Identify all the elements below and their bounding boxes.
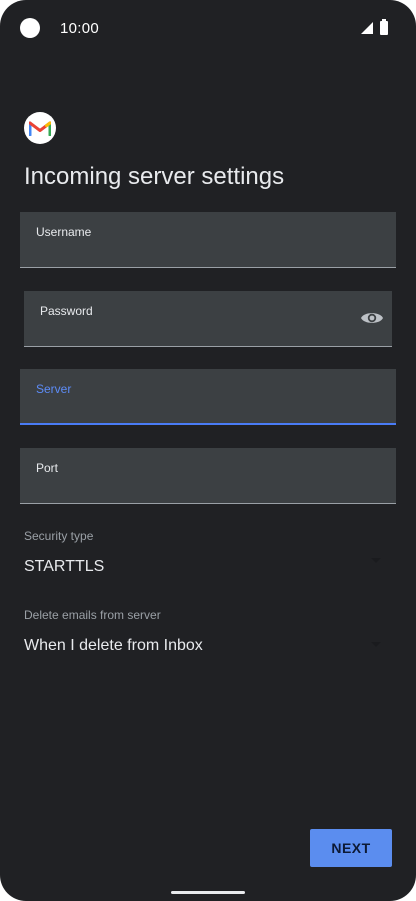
password-label: Password <box>40 304 93 318</box>
port-field[interactable]: Port <box>20 448 396 504</box>
status-bar: 10:00 <box>0 0 416 58</box>
username-input[interactable] <box>36 243 380 261</box>
status-clock: 10:00 <box>60 20 100 37</box>
port-label: Port <box>36 461 59 475</box>
security-type-value: STARTTLS <box>24 558 105 575</box>
password-field[interactable]: Password <box>24 291 392 347</box>
page-title: Incoming server settings <box>24 163 285 190</box>
server-input[interactable] <box>36 399 380 417</box>
username-label: Username <box>36 225 92 239</box>
home-indicator[interactable] <box>171 891 245 894</box>
server-label: Server <box>36 382 72 396</box>
camera-cutout <box>20 18 40 38</box>
phone-screen: 10:00 Incoming server settings Username … <box>0 0 416 901</box>
chevron-down-icon <box>371 642 381 647</box>
username-field[interactable]: Username <box>20 212 396 268</box>
signal-icon <box>361 22 373 34</box>
server-field[interactable]: Server <box>20 369 396 425</box>
delete-emails-select[interactable]: When I delete from Inbox <box>24 628 388 664</box>
gmail-logo-icon <box>24 112 56 144</box>
eye-icon[interactable] <box>360 308 384 328</box>
next-button[interactable]: NEXT <box>310 829 392 867</box>
delete-emails-value: When I delete from Inbox <box>24 637 203 654</box>
delete-emails-label: Delete emails from server <box>24 608 161 622</box>
password-input[interactable] <box>40 322 348 340</box>
security-type-label: Security type <box>24 529 94 543</box>
chevron-down-icon <box>371 558 381 563</box>
battery-icon <box>380 19 388 35</box>
security-type-select[interactable]: STARTTLS <box>24 549 388 585</box>
port-input[interactable] <box>36 479 380 497</box>
